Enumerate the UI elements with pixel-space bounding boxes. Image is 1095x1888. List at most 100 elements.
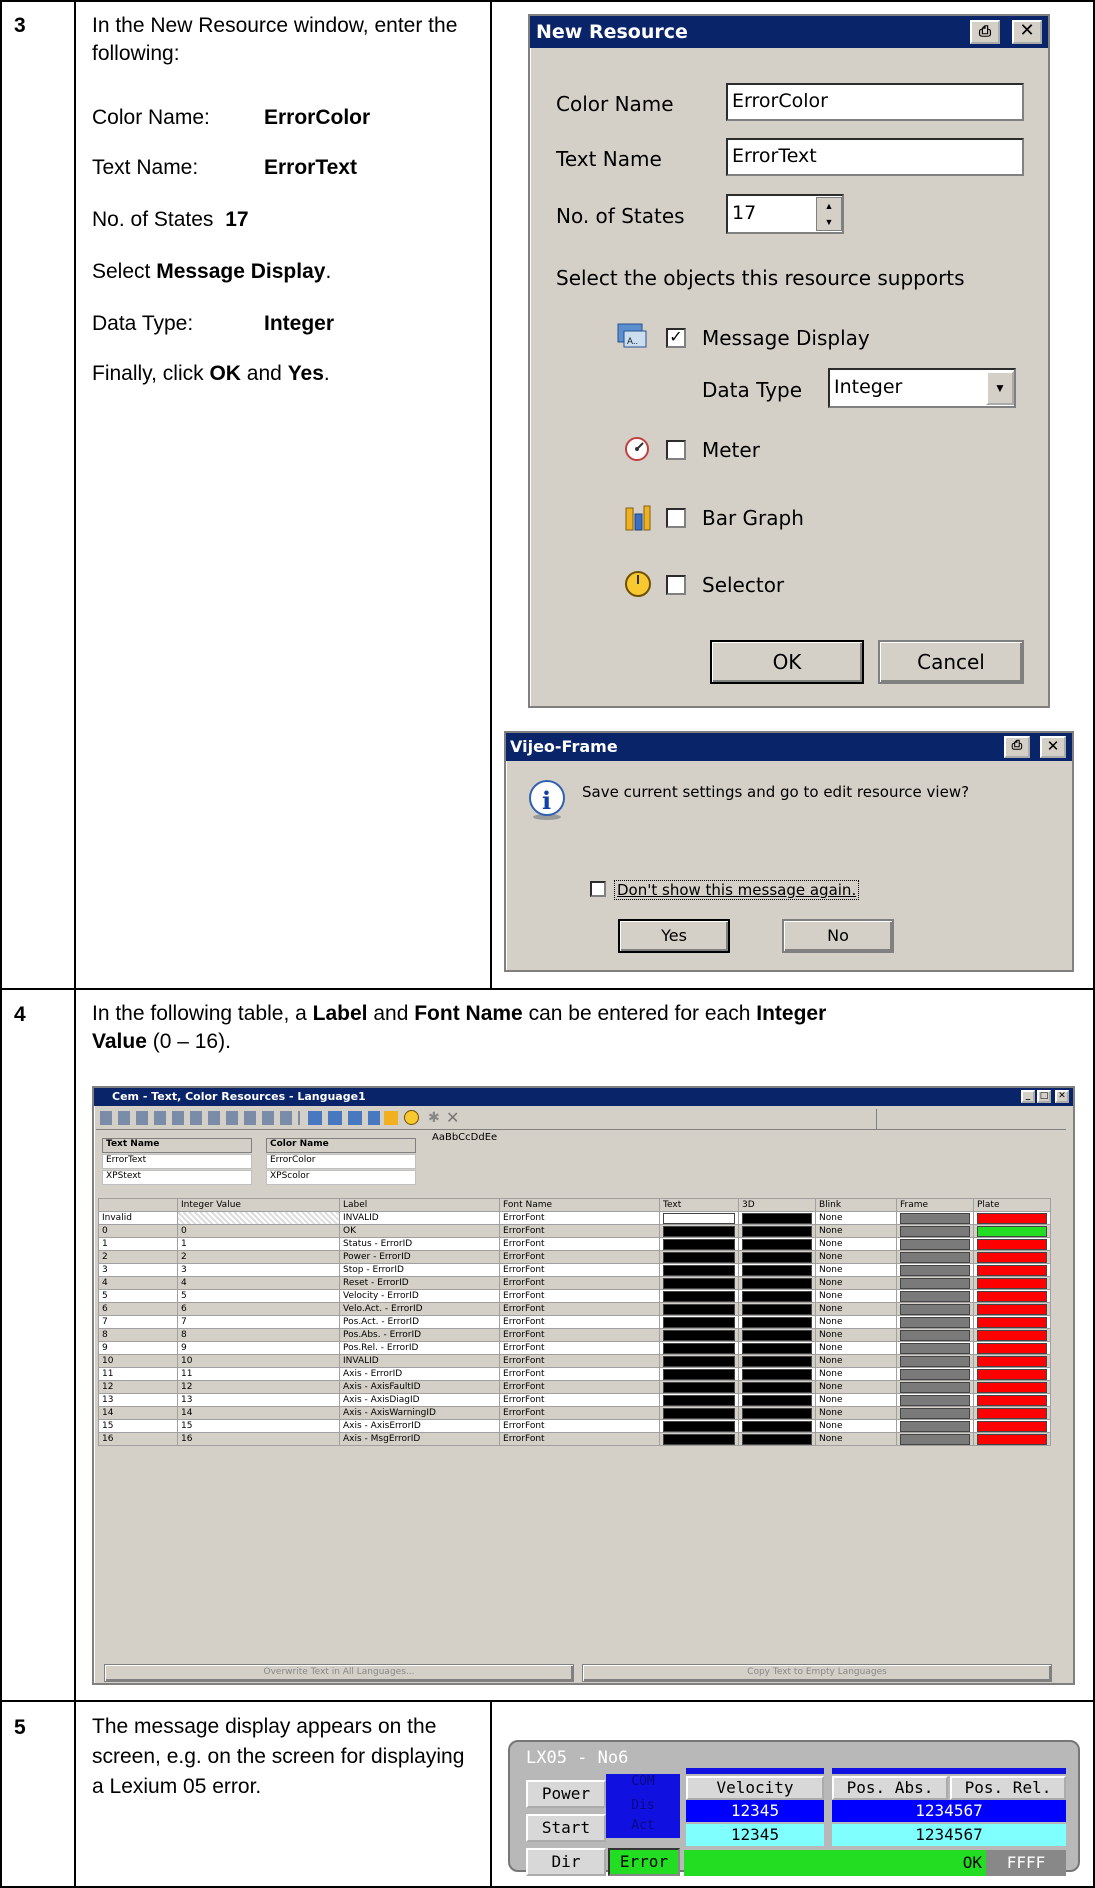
table-row[interactable]: 11 11 Axis - ErrorID ErrorFont None xyxy=(98,1367,1052,1381)
plate-color-cell[interactable] xyxy=(972,1250,1052,1264)
color-swatch[interactable] xyxy=(900,1407,970,1419)
color-swatch[interactable] xyxy=(900,1303,970,1315)
font-name-cell[interactable]: ErrorFont xyxy=(499,1419,661,1433)
font-name-cell[interactable]: ErrorFont xyxy=(499,1250,661,1264)
label-cell[interactable]: Axis - MsgErrorID xyxy=(339,1432,501,1446)
color-swatch[interactable] xyxy=(976,1433,1047,1445)
blink-cell[interactable]: None xyxy=(814,1263,898,1277)
ok-button[interactable]: OK xyxy=(710,640,864,684)
blink-cell[interactable]: None xyxy=(814,1276,898,1290)
color-swatch[interactable] xyxy=(900,1329,970,1341)
color-swatch[interactable] xyxy=(976,1251,1047,1263)
color-swatch[interactable] xyxy=(742,1264,812,1276)
table-row[interactable]: 4 4 Reset - ErrorID ErrorFont None xyxy=(98,1276,1052,1290)
integer-value-cell[interactable]: 6 xyxy=(176,1302,341,1316)
plate-color-cell[interactable] xyxy=(972,1276,1052,1290)
frame-color-cell[interactable] xyxy=(896,1367,974,1381)
label-cell[interactable]: Axis - ErrorID xyxy=(339,1367,501,1381)
color-name-field[interactable]: ErrorColor xyxy=(726,83,1024,121)
table-row[interactable]: Invalid INVALID ErrorFont None xyxy=(98,1211,1052,1225)
frame-color-cell[interactable] xyxy=(896,1380,974,1394)
color-swatch[interactable] xyxy=(663,1290,736,1302)
table-row[interactable]: 12 12 Axis - AxisFaultID ErrorFont None xyxy=(98,1380,1052,1394)
blink-cell[interactable]: None xyxy=(814,1432,898,1446)
plate-color-cell[interactable] xyxy=(972,1224,1052,1238)
color-swatch[interactable] xyxy=(976,1316,1047,1328)
row-index-cell[interactable]: 2 xyxy=(98,1250,178,1264)
selector-icon[interactable] xyxy=(404,1110,419,1125)
color-swatch[interactable] xyxy=(976,1225,1047,1237)
label-cell[interactable]: Axis - AxisFaultID xyxy=(339,1380,501,1394)
font-name-cell[interactable]: ErrorFont xyxy=(499,1315,661,1329)
font-name-cell[interactable]: ErrorFont xyxy=(499,1380,661,1394)
color-swatch[interactable] xyxy=(900,1290,970,1302)
label-cell[interactable]: Pos.Rel. - ErrorID xyxy=(339,1341,501,1355)
blink-cell[interactable]: None xyxy=(814,1289,898,1303)
integer-value-cell[interactable] xyxy=(176,1211,341,1225)
integer-value-cell[interactable]: 12 xyxy=(176,1380,341,1394)
text-color-cell[interactable] xyxy=(659,1432,740,1446)
text-name-field[interactable]: ErrorText xyxy=(726,138,1024,176)
frame-color-cell[interactable] xyxy=(896,1406,974,1420)
table-row[interactable]: 1 1 Status - ErrorID ErrorFont None xyxy=(98,1237,1052,1251)
label-cell[interactable]: INVALID xyxy=(339,1354,501,1368)
bar-graph-checkbox[interactable] xyxy=(666,508,686,528)
text-color-cell[interactable] xyxy=(659,1263,740,1277)
text-name-cell[interactable]: ErrorText xyxy=(102,1154,252,1169)
color-swatch[interactable] xyxy=(900,1381,970,1393)
selector-checkbox[interactable] xyxy=(666,575,686,595)
color-swatch[interactable] xyxy=(976,1238,1047,1250)
text-color-cell[interactable] xyxy=(659,1328,740,1342)
color-swatch[interactable] xyxy=(976,1212,1047,1224)
color-swatch[interactable] xyxy=(742,1394,812,1406)
frame-color-cell[interactable] xyxy=(896,1263,974,1277)
font-name-cell[interactable]: ErrorFont xyxy=(499,1367,661,1381)
frame-color-cell[interactable] xyxy=(896,1393,974,1407)
3d-color-cell[interactable] xyxy=(738,1289,816,1303)
label-cell[interactable]: Axis - AxisWarningID xyxy=(339,1406,501,1420)
overwrite-text-button[interactable]: Overwrite Text in All Languages... xyxy=(104,1664,574,1682)
integer-value-cell[interactable]: 14 xyxy=(176,1406,341,1420)
frame-color-cell[interactable] xyxy=(896,1432,974,1446)
integer-value-cell[interactable]: 8 xyxy=(176,1328,341,1342)
font-name-cell[interactable]: ErrorFont xyxy=(499,1263,661,1277)
label-cell[interactable]: Power - ErrorID xyxy=(339,1250,501,1264)
table-row[interactable]: 5 5 Velocity - ErrorID ErrorFont None xyxy=(98,1289,1052,1303)
row-index-cell[interactable]: 10 xyxy=(98,1354,178,1368)
font-name-cell[interactable]: ErrorFont xyxy=(499,1406,661,1420)
3d-color-cell[interactable] xyxy=(738,1393,816,1407)
text-color-cell[interactable] xyxy=(659,1380,740,1394)
no-button[interactable]: No xyxy=(782,919,894,953)
label-cell[interactable]: Axis - AxisErrorID xyxy=(339,1419,501,1433)
frame-color-cell[interactable] xyxy=(896,1354,974,1368)
color-swatch[interactable] xyxy=(900,1420,970,1432)
blink-cell[interactable]: None xyxy=(814,1380,898,1394)
color-swatch[interactable] xyxy=(900,1316,970,1328)
color-swatch[interactable] xyxy=(742,1368,812,1380)
plate-color-cell[interactable] xyxy=(972,1419,1052,1433)
copy-text-button[interactable]: Copy Text to Empty Languages xyxy=(582,1664,1052,1682)
color-swatch[interactable] xyxy=(663,1433,736,1445)
text-color-cell[interactable] xyxy=(659,1289,740,1303)
integer-value-cell[interactable]: 3 xyxy=(176,1263,341,1277)
blink-cell[interactable]: None xyxy=(814,1224,898,1238)
color-swatch[interactable] xyxy=(742,1381,812,1393)
close-icon[interactable]: ✕ xyxy=(1012,20,1042,44)
blink-cell[interactable]: None xyxy=(814,1367,898,1381)
plate-color-cell[interactable] xyxy=(972,1367,1052,1381)
color-swatch[interactable] xyxy=(900,1238,970,1250)
text-color-cell[interactable] xyxy=(659,1354,740,1368)
row-index-cell[interactable]: 0 xyxy=(98,1224,178,1238)
blink-cell[interactable]: None xyxy=(814,1354,898,1368)
row-index-cell[interactable]: 16 xyxy=(98,1432,178,1446)
color-swatch[interactable] xyxy=(663,1238,736,1250)
3d-color-cell[interactable] xyxy=(738,1263,816,1277)
row-index-cell[interactable]: 6 xyxy=(98,1302,178,1316)
row-index-cell[interactable]: 4 xyxy=(98,1276,178,1290)
frame-color-cell[interactable] xyxy=(896,1315,974,1329)
table-row[interactable]: 9 9 Pos.Rel. - ErrorID ErrorFont None xyxy=(98,1341,1052,1355)
label-cell[interactable]: Status - ErrorID xyxy=(339,1237,501,1251)
row-index-cell[interactable]: 13 xyxy=(98,1393,178,1407)
table-row[interactable]: 16 16 Axis - MsgErrorID ErrorFont None xyxy=(98,1432,1052,1446)
3d-color-cell[interactable] xyxy=(738,1367,816,1381)
